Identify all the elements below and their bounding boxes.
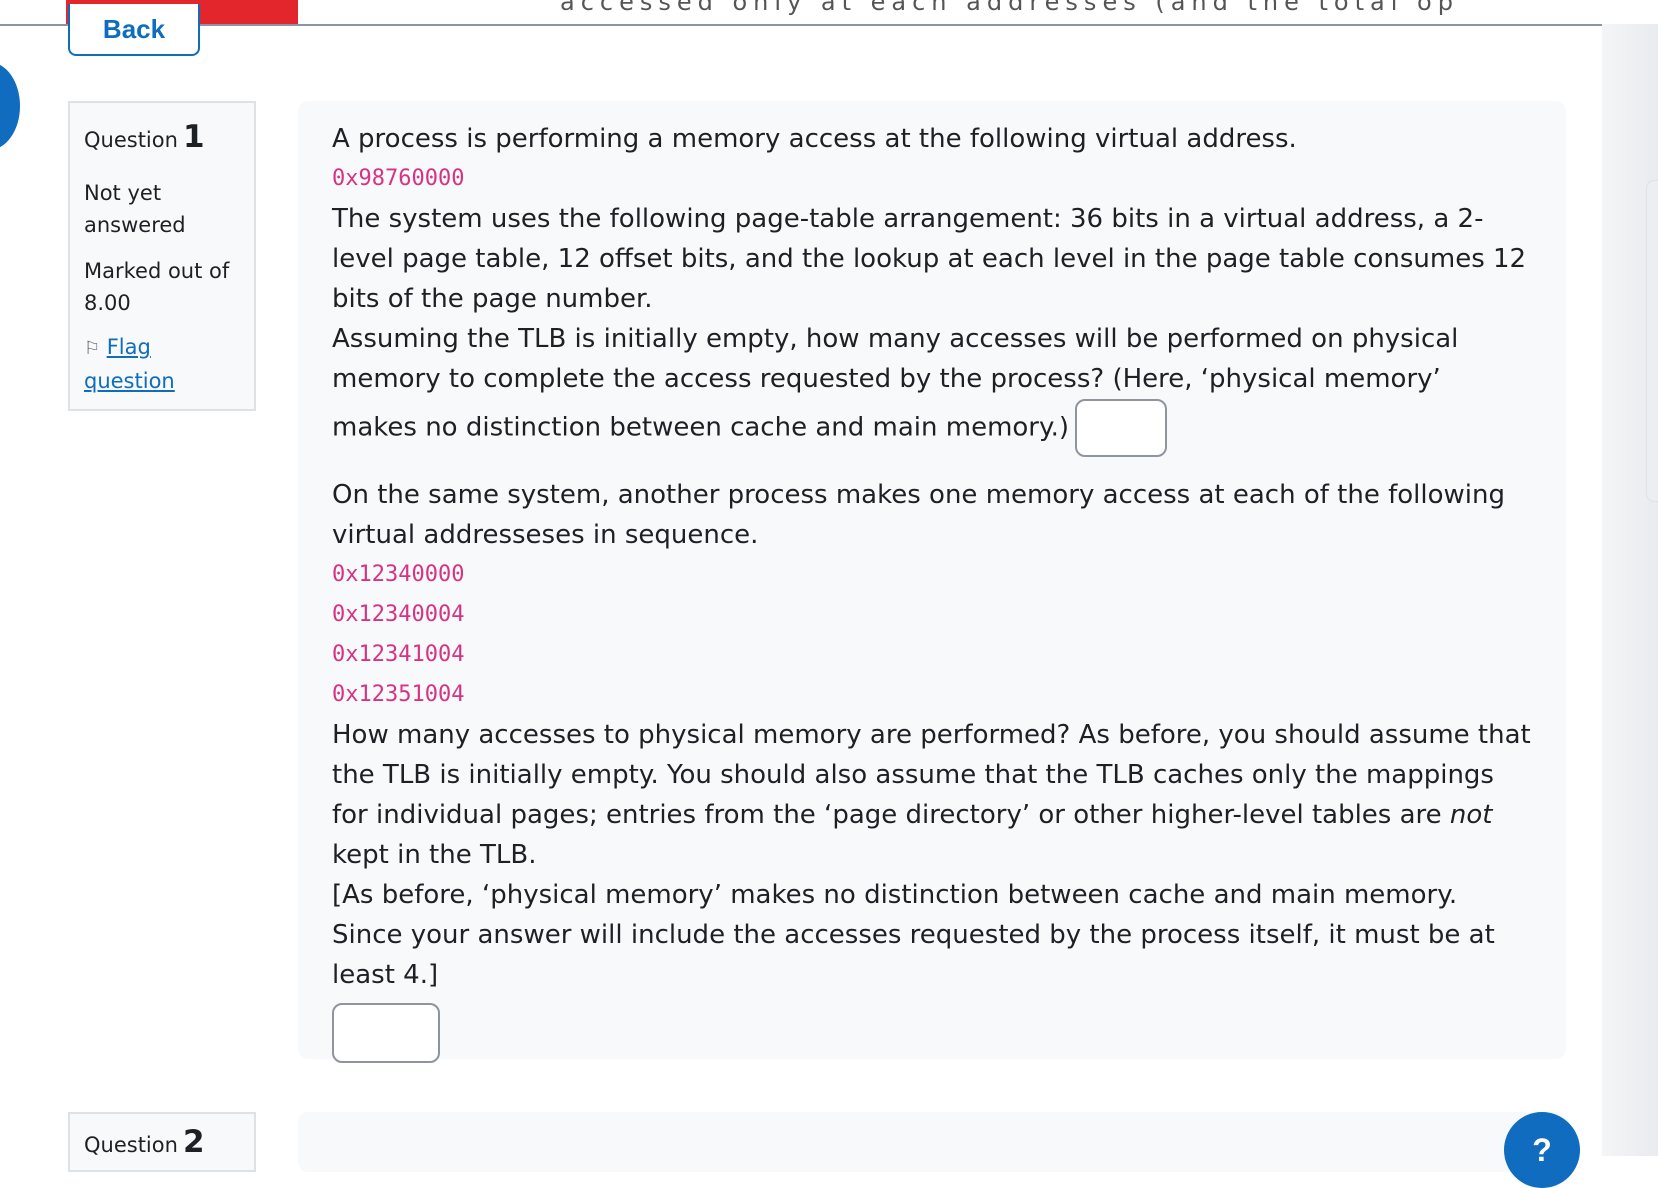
question-1-heading: Question 1 — [84, 119, 240, 155]
answer-2-input[interactable] — [332, 1003, 440, 1063]
tlb-assumption-text: Assuming the TLB is initially empty, how… — [332, 324, 1459, 443]
question-1-info: Question 1 Not yet answered Marked out o… — [68, 101, 256, 411]
help-button[interactable]: ? — [1504, 1112, 1580, 1188]
address-item: 0x12340004 — [332, 602, 465, 627]
question-label: Question — [84, 128, 178, 152]
virtual-address-1: 0x98760000 — [332, 166, 465, 191]
part-2-intro: On the same system, another process make… — [332, 480, 1505, 550]
how-many-text: How many accesses to physical memory are… — [332, 720, 1531, 830]
question-number: 2 — [183, 1124, 205, 1160]
physical-memory-note: [As before, ‘physical memory’ makes no d… — [332, 880, 1495, 990]
right-drawer-handle[interactable] — [1646, 180, 1658, 502]
flag-question[interactable]: ⚐ Flag question — [84, 331, 240, 397]
answer-1-input[interactable] — [1075, 399, 1168, 457]
question-2-info: Question 2 — [68, 1112, 256, 1172]
address-item: 0x12340000 — [332, 562, 465, 587]
flag-icon: ⚐ — [84, 338, 101, 359]
how-many-question: How many accesses to physical memory are… — [332, 715, 1532, 875]
how-many-text-end: kept in the TLB. — [332, 840, 537, 870]
question-2-content — [298, 1112, 1566, 1172]
question-grade: Marked out of 8.00 — [84, 259, 230, 315]
address-item: 0x12341004 — [332, 642, 465, 667]
page-table-arrangement: The system uses the following page-table… — [332, 204, 1527, 314]
tlb-assumption: Assuming the TLB is initially empty, how… — [332, 319, 1532, 457]
top-bar: accessed only at each addresses (and the… — [0, 0, 1658, 26]
question-label: Question — [84, 1133, 178, 1157]
emphasis-not: not — [1449, 800, 1493, 830]
address-item: 0x12351004 — [332, 682, 465, 707]
top-truncated-text: accessed only at each addresses (and the… — [560, 0, 1459, 16]
question-number: 1 — [183, 119, 205, 155]
drawer-toggle-edge[interactable] — [0, 62, 20, 150]
question-state: Not yet answered — [84, 181, 186, 237]
back-button[interactable]: Back — [68, 4, 200, 56]
question-1-content: A process is performing a memory access … — [298, 101, 1566, 1063]
question-intro: A process is performing a memory access … — [332, 124, 1297, 154]
